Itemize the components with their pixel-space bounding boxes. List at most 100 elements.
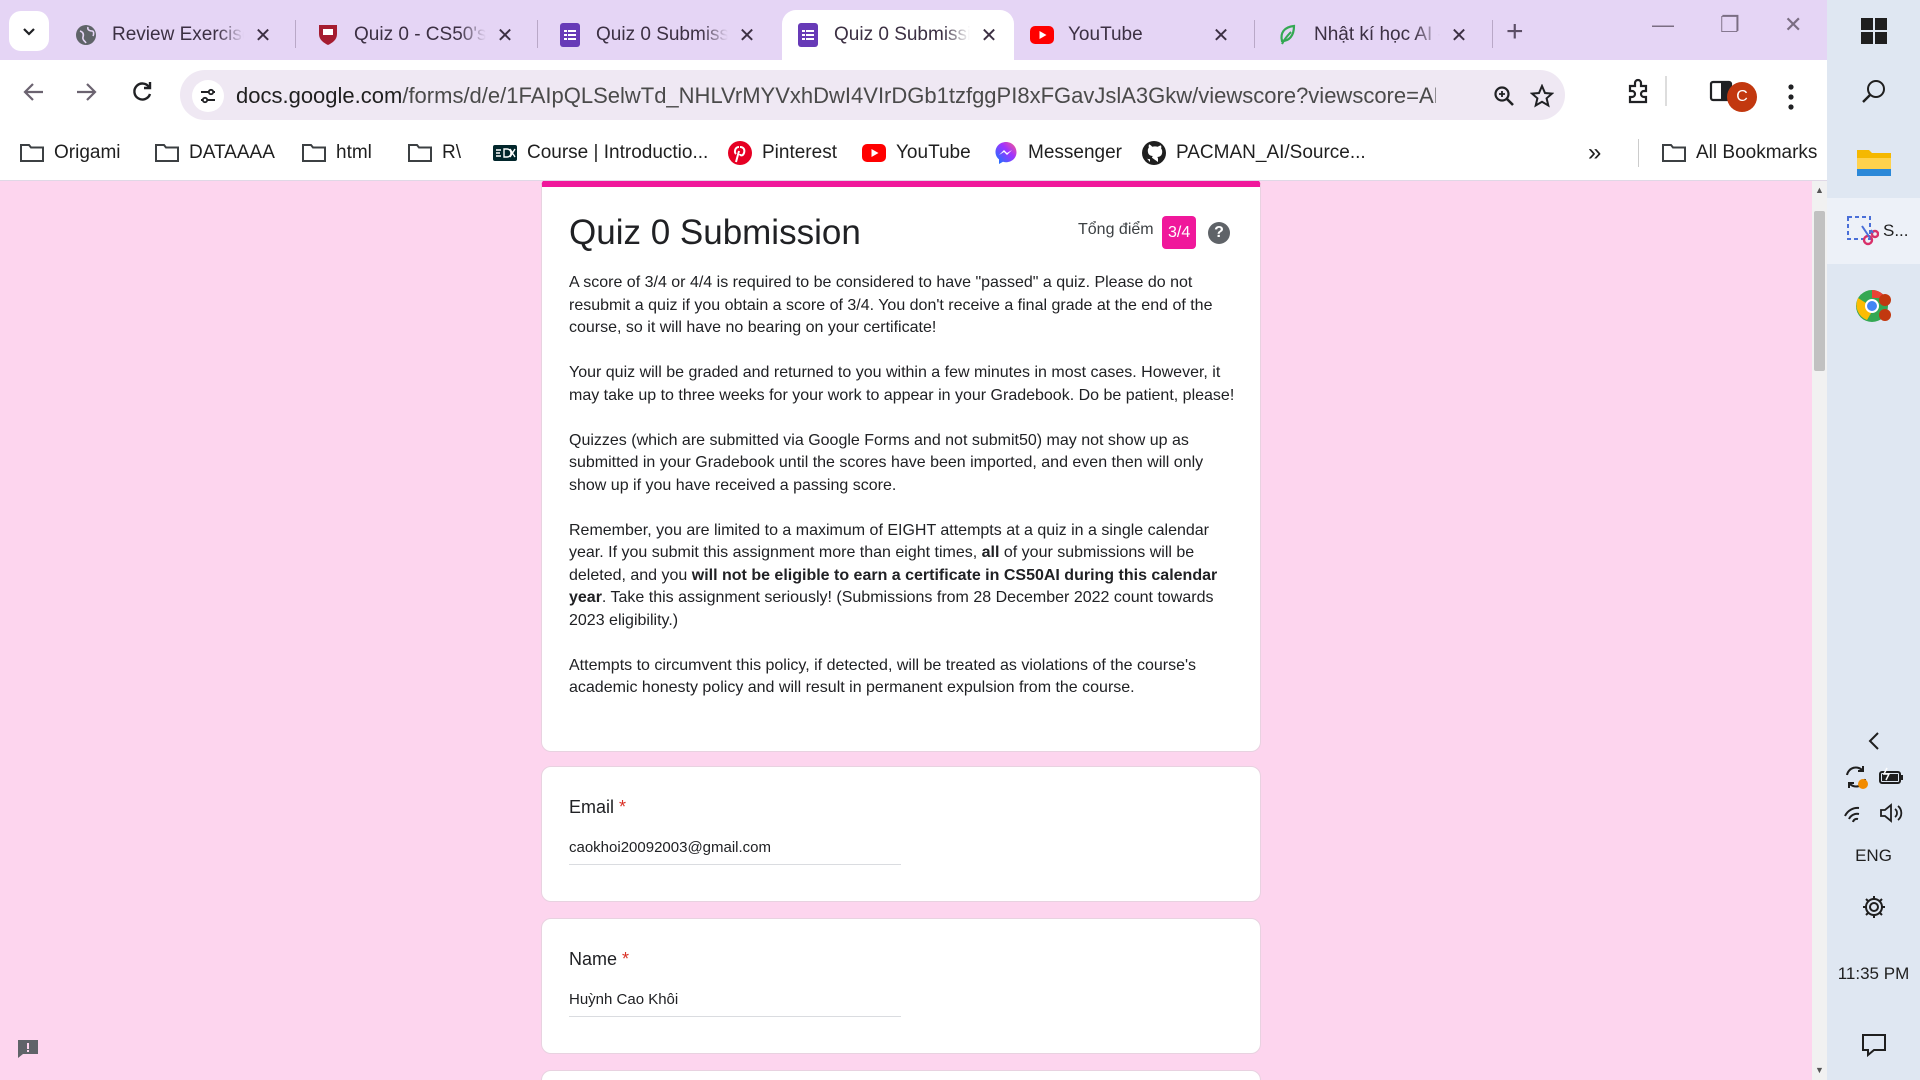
tab-divider: [1254, 20, 1255, 48]
bookmark-messenger[interactable]: Messenger: [994, 139, 1122, 167]
bookmark-origami[interactable]: Origami: [20, 139, 121, 167]
extensions-icon[interactable]: [1624, 76, 1654, 106]
page-scrollbar[interactable]: ▲ ▼: [1812, 181, 1827, 1080]
profile-avatar[interactable]: C: [1727, 82, 1757, 112]
bookmark-youtube[interactable]: YouTube: [862, 139, 971, 167]
url-host: docs.google.com: [236, 83, 403, 108]
close-icon[interactable]: ✕: [978, 23, 1000, 48]
name-answer: Huỳnh Cao Khôi: [569, 991, 901, 1017]
close-window-button[interactable]: ✕: [1784, 12, 1802, 38]
bookmark-edx-course[interactable]: Course | Introductio...: [493, 139, 708, 167]
tab-youtube[interactable]: YouTube ✕: [1016, 10, 1246, 60]
bookmark-html[interactable]: html: [302, 139, 372, 167]
scroll-down-arrow-icon[interactable]: ▼: [1814, 1065, 1825, 1075]
folder-icon: [408, 141, 432, 165]
score-badge: 3/4: [1162, 216, 1197, 249]
chrome-taskbar-button[interactable]: [1827, 278, 1920, 334]
tab-strip: Review Exercises ✕ Quiz 0 - CS50's In ✕ …: [0, 0, 1827, 60]
reload-icon: [133, 82, 152, 101]
toolbar: docs.google.com/forms/d/e/1FAIpQLSelwTd_…: [0, 60, 1827, 125]
file-explorer-button[interactable]: [1827, 136, 1920, 188]
sync-icon[interactable]: [1842, 763, 1870, 791]
close-icon[interactable]: ✕: [1448, 23, 1470, 48]
tab-quiz0-submission-active[interactable]: Quiz 0 Submission ✕: [782, 10, 1014, 60]
description-paragraph: Your quiz will be graded and returned to…: [569, 364, 1235, 404]
required-asterisk: *: [622, 949, 630, 969]
question-title: Name: [569, 949, 618, 969]
arrow-right-icon: [77, 83, 97, 101]
show-hidden-icons-button[interactable]: [1827, 727, 1920, 755]
snipping-tool-button[interactable]: S...: [1827, 198, 1920, 264]
search-button[interactable]: [1827, 70, 1920, 112]
scroll-thumb[interactable]: [1814, 211, 1825, 371]
chrome-menu-button[interactable]: [1785, 80, 1797, 114]
bookmark-dataaaa[interactable]: DATAAAA: [155, 139, 275, 167]
report-problem-icon[interactable]: [16, 1037, 40, 1061]
site-info-button[interactable]: [192, 80, 224, 112]
form-page: Quiz 0 Submission Tổng điểm 3/4 ? A scor…: [0, 181, 1812, 1080]
github-icon: [1142, 141, 1166, 165]
language-indicator[interactable]: ENG: [1827, 846, 1920, 866]
scroll-up-arrow-icon[interactable]: ▲: [1814, 185, 1825, 195]
bookmark-r[interactable]: R\: [408, 139, 461, 167]
globe-icon: [74, 23, 98, 47]
minimize-button[interactable]: —: [1652, 12, 1674, 38]
close-icon[interactable]: ✕: [494, 23, 516, 48]
google-forms-icon: [796, 23, 820, 47]
messenger-icon: [994, 141, 1018, 165]
chevron-left-icon: [1868, 732, 1879, 750]
new-tab-button[interactable]: +: [1506, 15, 1524, 49]
notifications-button[interactable]: [1827, 1030, 1920, 1060]
wifi-icon[interactable]: [1843, 802, 1869, 824]
pinterest-icon: [728, 141, 752, 165]
url-text[interactable]: docs.google.com/forms/d/e/1FAIpQLSelwTd_…: [236, 83, 1436, 109]
tab-search-button[interactable]: [9, 11, 49, 51]
tab-title: Quiz 0 Submission: [596, 24, 728, 45]
close-icon[interactable]: ✕: [1210, 23, 1232, 48]
bookmark-pacman-ai[interactable]: PACMAN_AI/Source...: [1142, 139, 1366, 167]
settings-button[interactable]: [1827, 892, 1920, 922]
email-answer: caokhoi20092003@gmail.com: [569, 839, 901, 865]
more-bookmarks-button[interactable]: »: [1588, 139, 1601, 167]
start-button[interactable]: [1827, 10, 1920, 52]
tab-quiz0-cs50[interactable]: Quiz 0 - CS50's In ✕: [302, 10, 530, 60]
tab-title: Quiz 0 Submission: [834, 24, 970, 45]
bookmark-label: PACMAN_AI/Source...: [1176, 142, 1366, 163]
page-title: Quiz 0 Submission: [569, 213, 861, 252]
help-icon[interactable]: ?: [1208, 222, 1230, 244]
browser-chrome: Review Exercises ✕ Quiz 0 - CS50's In ✕ …: [0, 0, 1827, 181]
bookmark-pinterest[interactable]: Pinterest: [728, 139, 837, 167]
windows-logo-icon: [1860, 18, 1887, 44]
close-icon[interactable]: ✕: [736, 23, 758, 48]
tab-quiz0-submission[interactable]: Quiz 0 Submission ✕: [544, 10, 772, 60]
tab-nhat-ki-hoc-ai[interactable]: Nhật kí học AI - ✕: [1262, 10, 1484, 60]
bookmark-label: R\: [442, 142, 461, 163]
all-bookmarks-button[interactable]: All Bookmarks: [1662, 139, 1817, 167]
folder-icon: [1662, 141, 1686, 165]
edx-icon: [493, 141, 517, 165]
chrome-profile-icon: [1855, 289, 1891, 322]
url-path: /forms/d/e/1FAIpQLSelwTd_NHLVrMYVxhDwI4V…: [402, 83, 1436, 108]
clock-time[interactable]: 11:35 PM: [1827, 964, 1920, 984]
tab-review-exercises[interactable]: Review Exercises ✕: [60, 10, 288, 60]
question-label: Name *: [569, 949, 629, 970]
bookmark-star-icon[interactable]: [1528, 82, 1556, 110]
folder-icon: [302, 141, 326, 165]
address-bar[interactable]: docs.google.com/forms/d/e/1FAIpQLSelwTd_…: [180, 70, 1565, 120]
forward-button[interactable]: [68, 74, 104, 110]
description-text: . Take this assignment seriously! (Submi…: [569, 589, 1214, 629]
zoom-icon[interactable]: [1490, 82, 1518, 110]
tab-divider: [1492, 20, 1493, 48]
notification-icon: [1861, 1034, 1886, 1057]
back-button[interactable]: [16, 74, 52, 110]
reload-button[interactable]: [124, 74, 160, 110]
restore-button[interactable]: ❐: [1720, 12, 1740, 38]
close-icon[interactable]: ✕: [252, 23, 274, 48]
volume-icon[interactable]: [1879, 802, 1905, 824]
google-forms-icon: [558, 23, 582, 47]
toolbar-divider: [1665, 76, 1667, 106]
question-title: Email: [569, 797, 615, 817]
battery-charging-icon[interactable]: [1878, 767, 1906, 787]
form-description: A score of 3/4 or 4/4 is required to be …: [569, 272, 1239, 722]
windows-taskbar: S... ENG 11:35 PM: [1827, 0, 1920, 1080]
